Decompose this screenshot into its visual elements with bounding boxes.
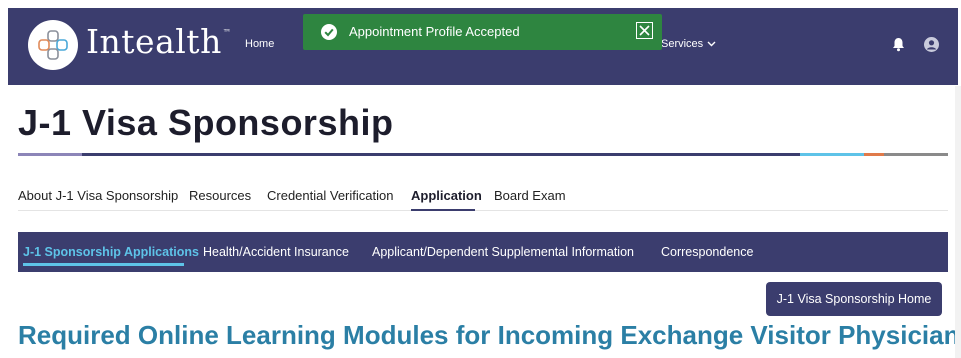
toast-notification: Appointment Profile Accepted [303,14,662,50]
subnav-health-insurance[interactable]: Health/Accident Insurance [203,245,349,259]
page-title: J-1 Visa Sponsorship [18,102,394,143]
nav-services-label: Services [661,38,704,50]
subnav-correspondence[interactable]: Correspondence [661,245,753,259]
secondary-nav: J-1 Sponsorship Applications Health/Acci… [18,232,948,272]
intealth-logo[interactable] [28,20,78,70]
tab-board-exam[interactable]: Board Exam [494,188,566,203]
nav-home-link[interactable]: Home [245,38,274,50]
subnav-j1-applications[interactable]: J-1 Sponsorship Applications [23,245,199,259]
subnav-supplemental-info[interactable]: Applicant/Dependent Supplemental Informa… [372,245,634,259]
toast-message: Appointment Profile Accepted [349,24,520,39]
j1-home-button[interactable]: J-1 Visa Sponsorship Home [766,282,942,316]
tabs-divider [18,210,948,211]
check-icon [321,24,337,40]
tab-application[interactable]: Application [411,188,482,203]
logo-mark-icon [38,30,68,60]
user-avatar-icon[interactable] [924,37,939,52]
brand-name[interactable]: Intealth™ [86,22,231,61]
tab-resources[interactable]: Resources [189,188,251,203]
nav-services-menu[interactable]: Services [661,38,716,50]
tab-about[interactable]: About J-1 Visa Sponsorship [18,188,178,203]
scrollbar[interactable] [955,86,961,358]
close-icon[interactable] [636,22,653,39]
tab-credential-verification[interactable]: Credential Verification [267,188,393,203]
chevron-down-icon [707,38,716,50]
title-accent-bar [18,153,948,156]
active-subnav-indicator [23,263,184,266]
bell-icon[interactable] [892,37,905,57]
active-tab-indicator [411,209,475,211]
section-title: Required Online Learning Modules for Inc… [18,320,961,350]
